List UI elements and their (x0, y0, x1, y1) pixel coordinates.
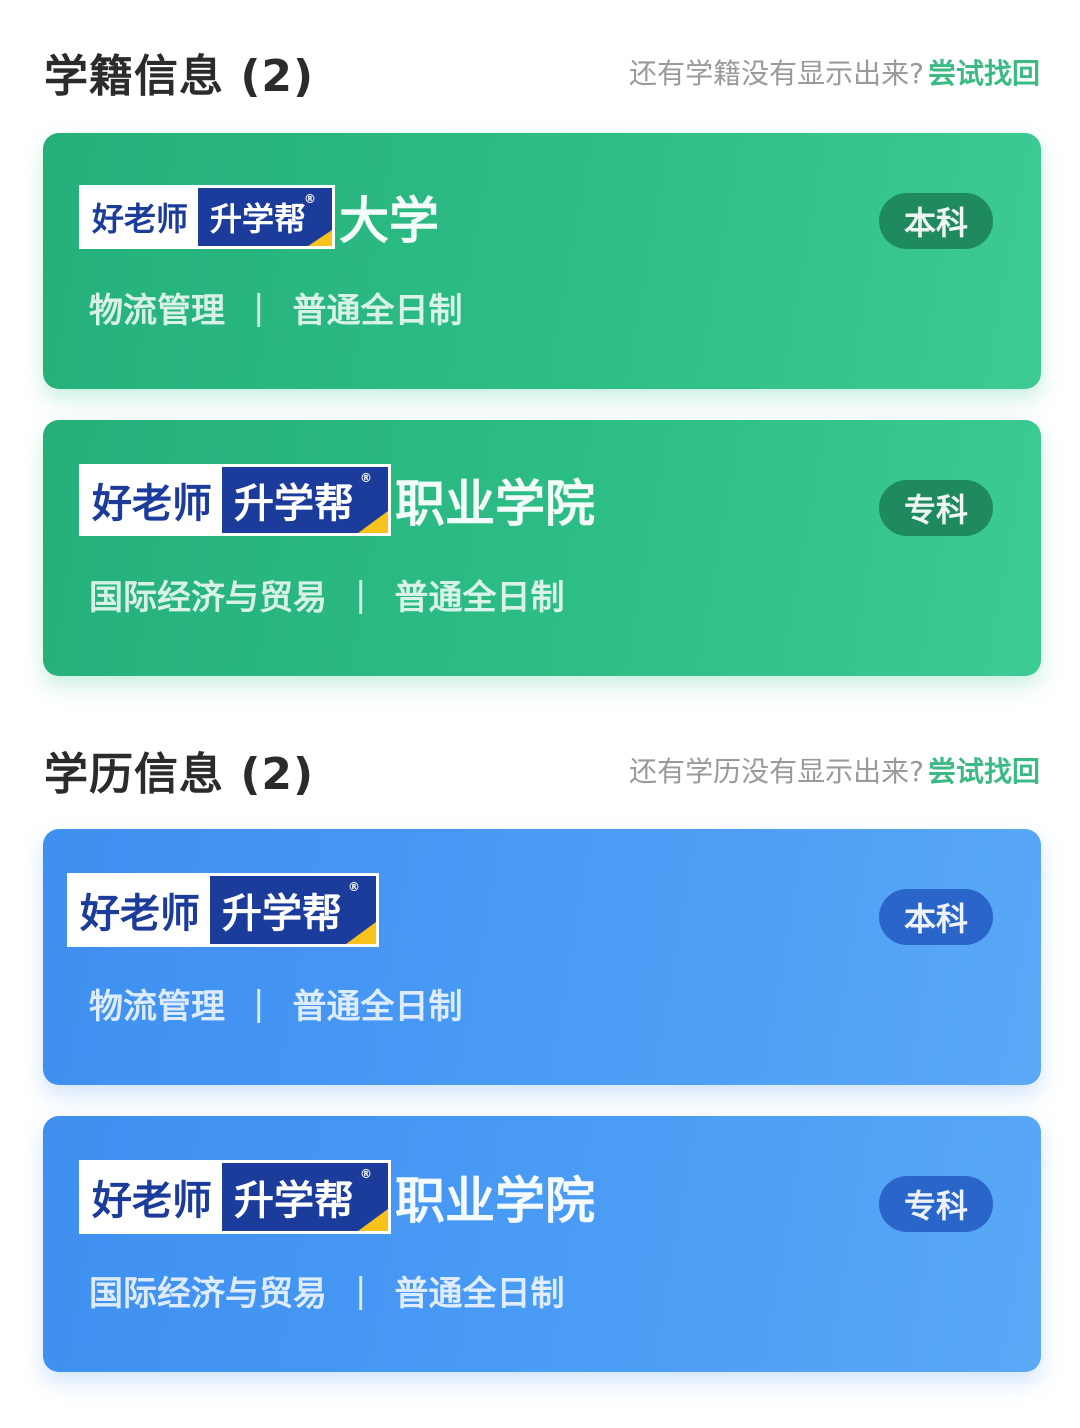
enrollment-card-1[interactable]: 好老师 升学帮 ® 大学 本科 物流管理 | 普通全日制 (43, 133, 1041, 389)
school-row: 好老师 升学帮 ® (67, 873, 383, 947)
card-meta: 国际经济与贸易 | 普通全日制 (89, 1266, 564, 1315)
enrollment-card-2[interactable]: 好老师 升学帮 ® 职业学院 专科 国际经济与贸易 | 普通全日制 (43, 420, 1041, 676)
watermark-left-text: 好老师 (82, 1163, 222, 1231)
education-hint-text: 还有学历没有显示出来? (629, 755, 924, 788)
watermark-registered: ® (348, 880, 360, 894)
school-row: 好老师 升学帮 ® 职业学院 (79, 1160, 595, 1234)
major: 物流管理 (89, 291, 225, 331)
education-card-1[interactable]: 好老师 升学帮 ® 本科 物流管理 | 普通全日制 (43, 829, 1041, 1085)
enrollment-hint-text: 还有学籍没有显示出来? (629, 57, 924, 90)
education-header: 学历信息 (2) 还有学历没有显示出来? 尝试找回 (44, 738, 1040, 802)
watermark-registered: ® (304, 192, 317, 206)
school-name: 大学 (339, 192, 440, 250)
watermark-left-text: 好老师 (82, 188, 199, 246)
watermark-corner-shape (358, 511, 388, 533)
study-mode: 普通全日制 (292, 987, 463, 1027)
major: 物流管理 (89, 987, 225, 1027)
enrollment-section-title: 学籍信息 (2) (44, 51, 315, 102)
watermark-right-label: 升学帮 (234, 481, 354, 527)
level-badge: 本科 (879, 193, 993, 249)
enrollment-header: 学籍信息 (2) 还有学籍没有显示出来? 尝试找回 (44, 40, 1040, 104)
enrollment-hint: 还有学籍没有显示出来? 尝试找回 (629, 52, 1040, 92)
watermark-right-text: 升学帮 ® (222, 467, 388, 533)
level-badge: 本科 (879, 889, 993, 945)
meta-separator: | (253, 287, 265, 328)
card-meta: 国际经济与贸易 | 普通全日制 (89, 570, 564, 619)
watermark-left-text: 好老师 (82, 467, 222, 533)
school-row: 好老师 升学帮 ® 大学 (79, 185, 439, 250)
watermark-corner-shape (358, 1209, 388, 1231)
watermark-right-text: 升学帮 ® (198, 188, 333, 246)
card-meta: 物流管理 | 普通全日制 (89, 283, 462, 332)
education-retrieve-link[interactable]: 尝试找回 (928, 755, 1040, 788)
study-mode: 普通全日制 (292, 291, 463, 331)
education-card-2[interactable]: 好老师 升学帮 ® 职业学院 专科 国际经济与贸易 | 普通全日制 (43, 1116, 1041, 1372)
watermark-right-text: 升学帮 ® (222, 1163, 388, 1231)
education-section-title: 学历信息 (2) (44, 749, 315, 800)
meta-separator: | (355, 1270, 367, 1311)
education-hint: 还有学历没有显示出来? 尝试找回 (629, 750, 1040, 790)
level-badge: 专科 (879, 480, 993, 536)
watermark-right-text: 升学帮 ® (210, 876, 376, 944)
watermark-registered: ® (360, 471, 372, 485)
watermark-logo: 好老师 升学帮 ® (79, 1160, 391, 1234)
school-name: 职业学院 (395, 475, 595, 533)
card-meta: 物流管理 | 普通全日制 (89, 979, 462, 1028)
watermark-right-label: 升学帮 (222, 891, 342, 937)
watermark-right-label: 升学帮 (210, 200, 307, 238)
watermark-registered: ® (360, 1167, 372, 1181)
study-mode: 普通全日制 (394, 1274, 565, 1314)
watermark-logo: 好老师 升学帮 ® (79, 185, 336, 249)
level-badge: 专科 (879, 1176, 993, 1232)
meta-separator: | (355, 574, 367, 615)
school-name: 职业学院 (395, 1172, 595, 1230)
watermark-right-label: 升学帮 (234, 1178, 354, 1224)
watermark-logo: 好老师 升学帮 ® (67, 873, 379, 947)
watermark-logo: 好老师 升学帮 ® (79, 464, 391, 536)
school-row: 好老师 升学帮 ® 职业学院 (79, 464, 595, 536)
enrollment-retrieve-link[interactable]: 尝试找回 (928, 57, 1040, 90)
watermark-left-text: 好老师 (70, 876, 210, 944)
major: 国际经济与贸易 (89, 578, 327, 618)
major: 国际经济与贸易 (89, 1274, 327, 1314)
watermark-corner-shape (346, 922, 376, 944)
meta-separator: | (253, 983, 265, 1024)
watermark-corner-shape (308, 230, 333, 246)
study-mode: 普通全日制 (394, 578, 565, 618)
